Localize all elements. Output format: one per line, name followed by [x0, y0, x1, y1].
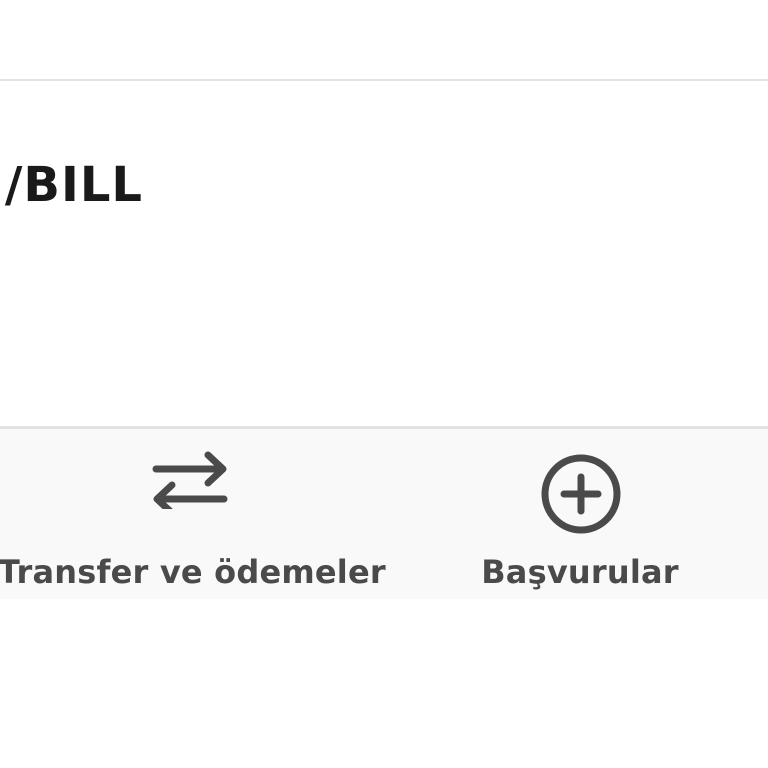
- bottom-navigation: Transfer ve ödemeler Başvurular: [0, 429, 768, 599]
- swap-arrows-icon: [152, 451, 228, 509]
- nav-label-transfers-payments: Transfer ve ödemeler: [0, 553, 386, 591]
- empty-area: [0, 599, 768, 768]
- account-card[interactable]: I/BILL: [0, 79, 768, 429]
- top-bar-area: [0, 0, 768, 79]
- nav-item-transfers-payments[interactable]: Transfer ve ödemeler: [0, 429, 386, 599]
- nav-label-applications: Başvurular: [481, 553, 679, 591]
- plus-circle-icon: [541, 454, 621, 534]
- nav-item-applications[interactable]: Başvurular: [430, 429, 730, 599]
- card-title: I/BILL: [0, 157, 144, 213]
